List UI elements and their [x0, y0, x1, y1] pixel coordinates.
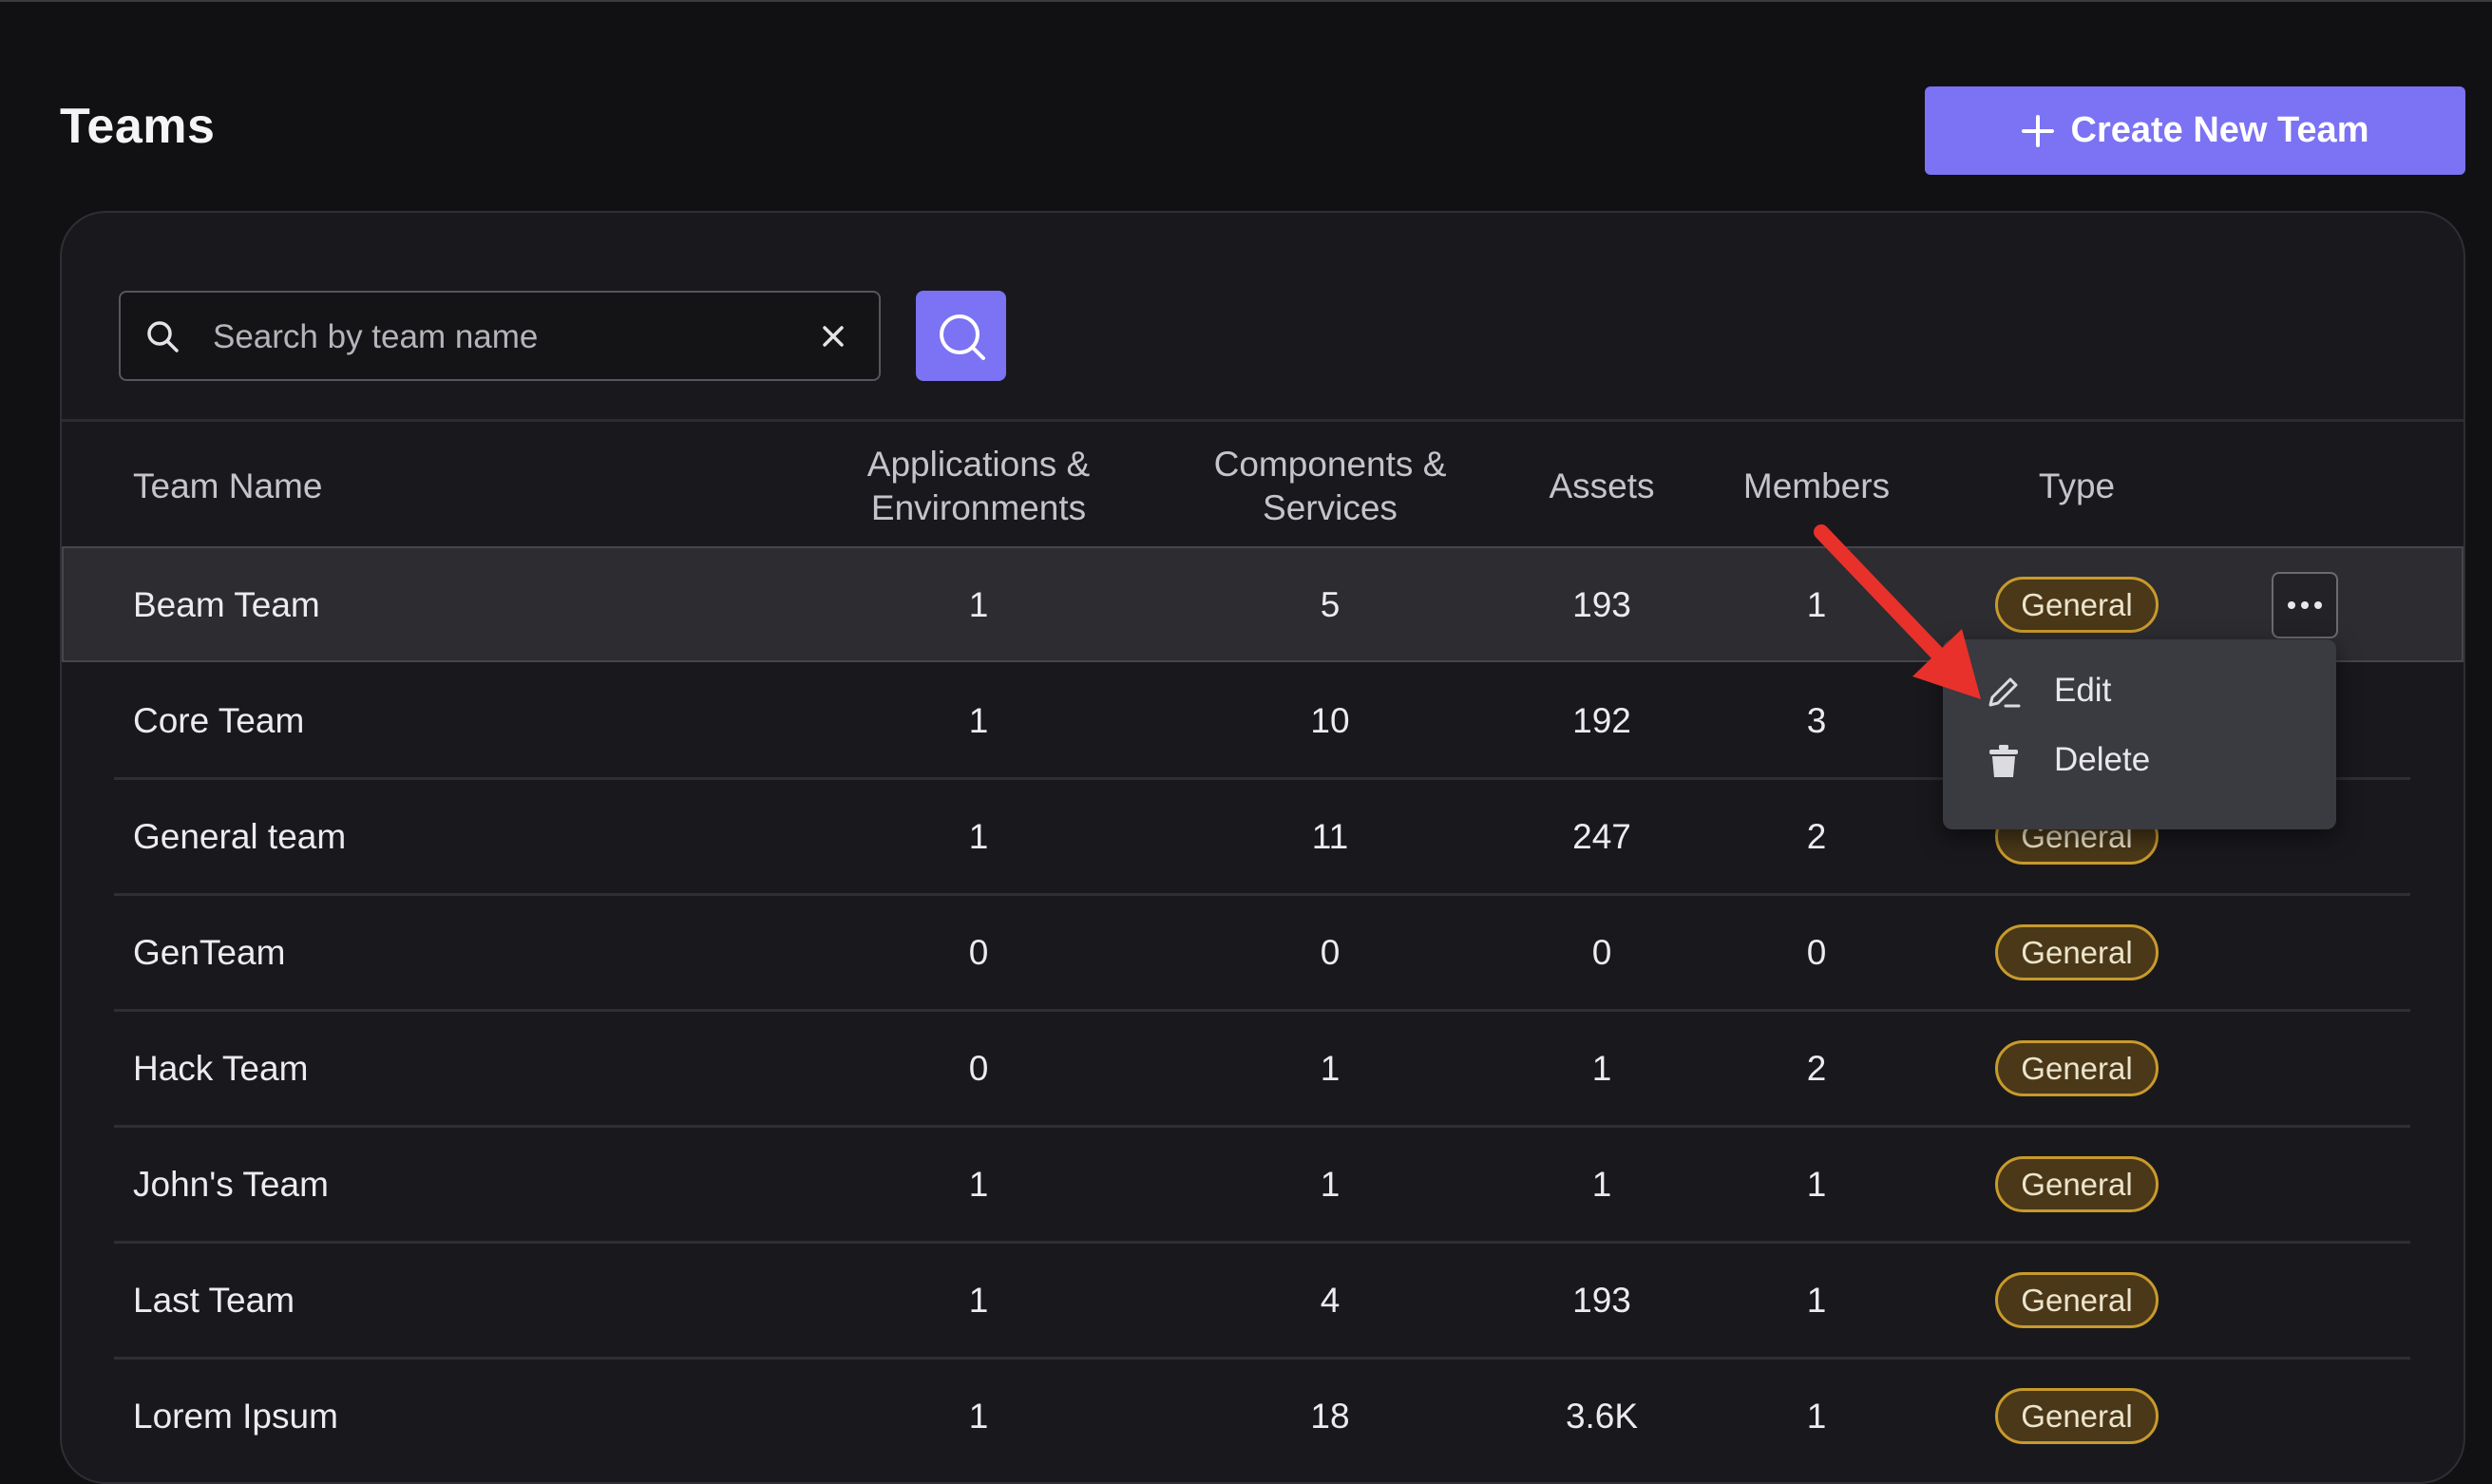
search-input[interactable]: [211, 310, 804, 365]
assets-cell: 3.6K: [1565, 1397, 1639, 1436]
trash-icon: [1989, 745, 2018, 777]
team-name-cell[interactable]: GenTeam: [133, 929, 285, 977]
column-header-team-name[interactable]: Team Name: [133, 465, 322, 508]
team-name-cell[interactable]: Hack Team: [133, 1045, 308, 1093]
assets-cell: 1: [1591, 1165, 1612, 1204]
members-cell: 0: [1806, 933, 1827, 972]
menu-item-delete[interactable]: Delete: [1943, 727, 2336, 793]
clear-icon[interactable]: [816, 319, 850, 353]
applications-cell: 1: [968, 585, 989, 624]
column-header-type[interactable]: Type: [1982, 465, 2172, 508]
column-header-members[interactable]: Members: [1722, 465, 1912, 508]
menu-item-delete-label: Delete: [2054, 741, 2151, 778]
applications-cell: 1: [968, 817, 989, 856]
type-badge: General: [1995, 924, 2159, 980]
column-header-applications-line1: Applications &: [866, 445, 1091, 484]
top-border: [0, 0, 2492, 2]
members-cell: 1: [1806, 1281, 1827, 1320]
components-cell: 18: [1310, 1397, 1350, 1436]
create-new-team-label: Create New Team: [2070, 110, 2369, 150]
applications-cell: 1: [968, 1281, 989, 1320]
applications-cell: 1: [968, 1397, 989, 1436]
column-header-components-line1: Components &: [1213, 445, 1447, 484]
column-header-applications[interactable]: Applications & Environments: [836, 443, 1121, 530]
applications-cell: 0: [968, 1049, 989, 1088]
assets-cell: 193: [1572, 585, 1631, 624]
members-cell: 1: [1806, 1165, 1827, 1204]
plus-icon: [2021, 114, 2054, 147]
row-divider: [114, 1241, 2410, 1244]
assets-cell: 0: [1591, 933, 1612, 972]
team-name-cell[interactable]: Core Team: [133, 697, 304, 745]
team-name-cell[interactable]: Last Team: [133, 1277, 295, 1324]
assets-cell: 247: [1572, 817, 1631, 856]
search-icon: [147, 321, 179, 352]
menu-item-edit[interactable]: Edit: [1943, 657, 2336, 724]
search-icon: [940, 314, 985, 360]
row-divider: [114, 1125, 2410, 1128]
team-name-cell[interactable]: General team: [133, 813, 346, 861]
assets-cell: 1: [1591, 1049, 1612, 1088]
page-title: Teams: [60, 99, 216, 154]
members-cell: 1: [1806, 1397, 1827, 1436]
type-badge: General: [1995, 1156, 2159, 1212]
components-cell: 11: [1311, 817, 1349, 856]
row-actions-menu: Edit Delete: [1943, 639, 2336, 829]
components-cell: 10: [1310, 701, 1350, 740]
search-button[interactable]: [916, 291, 1006, 381]
applications-cell: 1: [968, 701, 989, 740]
components-cell: 0: [1320, 933, 1341, 972]
more-icon-dot: [2301, 601, 2309, 609]
column-header-components-line2: Services: [1263, 488, 1398, 527]
components-cell: 1: [1320, 1165, 1341, 1204]
assets-cell: 193: [1572, 1281, 1631, 1320]
applications-cell: 0: [968, 933, 989, 972]
components-cell: 1: [1320, 1049, 1341, 1088]
team-name-cell[interactable]: Beam Team: [133, 581, 320, 629]
members-cell: 2: [1806, 817, 1827, 856]
type-badge: General: [1995, 1272, 2159, 1328]
components-cell: 4: [1320, 1281, 1341, 1320]
row-divider: [114, 1009, 2410, 1012]
members-cell: 2: [1806, 1049, 1827, 1088]
column-header-applications-line2: Environments: [870, 488, 1087, 527]
type-badge: General: [1995, 577, 2159, 633]
applications-cell: 1: [968, 1165, 989, 1204]
row-divider: [114, 893, 2410, 896]
row-divider: [114, 1357, 2410, 1360]
column-header-components[interactable]: Components & Services: [1188, 443, 1473, 530]
column-header-assets[interactable]: Assets: [1507, 465, 1697, 508]
header-divider: [62, 419, 2463, 422]
annotation-arrow-icon: [1814, 524, 1981, 699]
type-badge: General: [1995, 1040, 2159, 1096]
create-new-team-button[interactable]: Create New Team: [1925, 86, 2465, 175]
more-icon: [2288, 601, 2295, 609]
row-actions-button[interactable]: [2272, 572, 2338, 638]
components-cell: 5: [1320, 585, 1341, 624]
type-badge: General: [1995, 1388, 2159, 1444]
team-name-cell[interactable]: Lorem Ipsum: [133, 1393, 338, 1440]
assets-cell: 192: [1572, 701, 1631, 740]
menu-item-edit-label: Edit: [2054, 672, 2112, 709]
more-icon-dot: [2314, 601, 2322, 609]
search-box: [119, 291, 881, 381]
team-name-cell[interactable]: John's Team: [133, 1161, 329, 1208]
